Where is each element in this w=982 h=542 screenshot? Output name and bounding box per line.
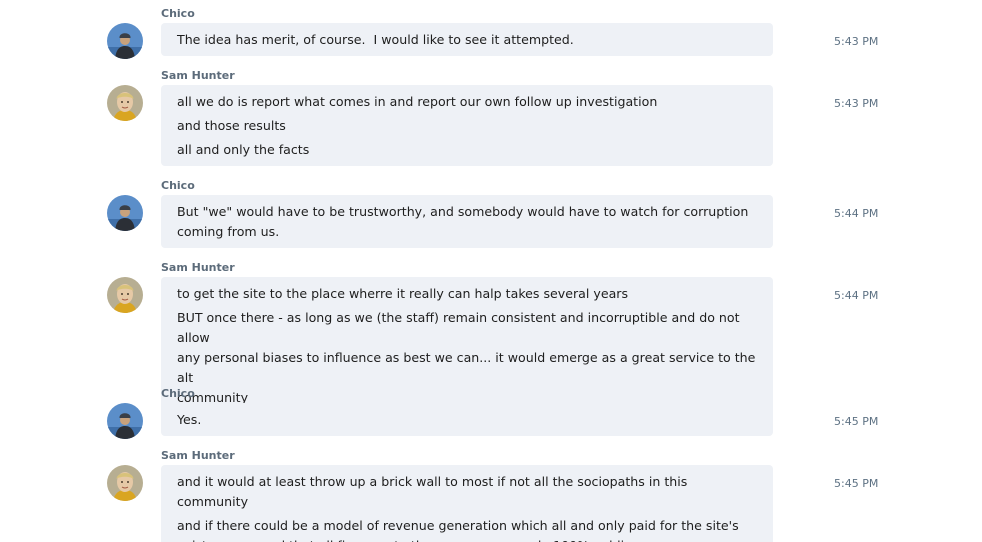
sender-name[interactable]: Chico — [161, 179, 195, 193]
message-bubble[interactable]: But "we" would have to be trustworthy, a… — [161, 195, 773, 248]
chico-avatar-icon[interactable] — [107, 403, 143, 439]
message-bubble[interactable]: and it would at least throw up a brick w… — [161, 465, 773, 542]
message-timestamp: 5:45 PM — [834, 415, 879, 428]
sender-name[interactable]: Sam Hunter — [161, 261, 235, 275]
message-text: and those results — [177, 118, 286, 133]
sender-name[interactable]: Chico — [161, 387, 195, 401]
message-text: BUT once there - as long as we (the staf… — [177, 310, 756, 405]
message-text: But "we" would have to be trustworthy, a… — [177, 204, 749, 239]
sender-name[interactable]: Sam Hunter — [161, 449, 235, 463]
sender-name[interactable]: Sam Hunter — [161, 69, 235, 83]
message-text: all we do is report what comes in and re… — [177, 94, 658, 109]
message-timestamp: 5:44 PM — [834, 289, 879, 302]
message-text: and if there could be a model of revenue… — [177, 518, 739, 542]
message-bubble[interactable]: Yes. — [161, 403, 773, 436]
sender-name[interactable]: Chico — [161, 7, 195, 21]
message-timestamp: 5:43 PM — [834, 97, 879, 110]
message-bubble[interactable]: all we do is report what comes in and re… — [161, 85, 773, 166]
message-text: all and only the facts — [177, 142, 310, 157]
message-text: and it would at least throw up a brick w… — [177, 474, 692, 509]
message-timestamp: 5:45 PM — [834, 477, 879, 490]
message-timestamp: 5:44 PM — [834, 207, 879, 220]
sam-hunter-avatar-icon[interactable] — [107, 465, 143, 501]
chico-avatar-icon[interactable] — [107, 23, 143, 59]
chico-avatar-icon[interactable] — [107, 195, 143, 231]
message-timestamp: 5:43 PM — [834, 35, 879, 48]
message-text: Yes. — [177, 412, 202, 427]
message-bubble[interactable]: to get the site to the place wherre it r… — [161, 277, 773, 414]
message-bubble[interactable]: The idea has merit, of course. I would l… — [161, 23, 773, 56]
sam-hunter-avatar-icon[interactable] — [107, 277, 143, 313]
message-text: The idea has merit, of course. I would l… — [177, 32, 574, 47]
message-text: to get the site to the place wherre it r… — [177, 286, 629, 301]
chat-message-list[interactable]: Chico The idea has merit, of course. I w… — [0, 0, 982, 542]
sam-hunter-avatar-icon[interactable] — [107, 85, 143, 121]
